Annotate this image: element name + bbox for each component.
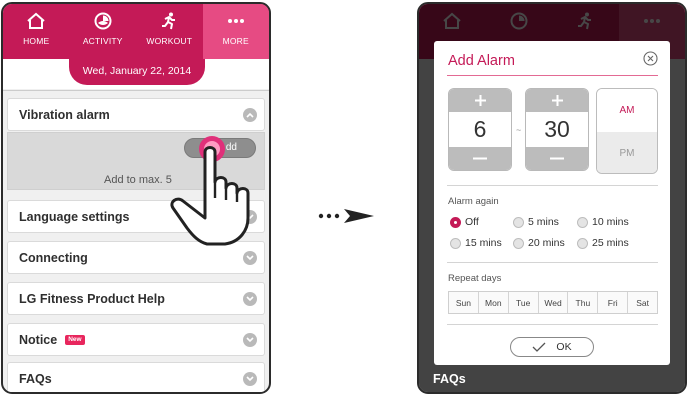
radio-5-mins-label: 5 mins: [528, 216, 559, 228]
radio-20-mins[interactable]: 20 mins: [513, 237, 565, 249]
radio-unselected-icon: [577, 216, 588, 228]
radio-15-mins-label: 15 mins: [465, 237, 502, 249]
alarm-again-label: Alarm again: [448, 196, 499, 207]
minute-value[interactable]: 30: [526, 112, 588, 147]
pm-option[interactable]: PM: [597, 132, 657, 173]
next-step-arrow-icon: [318, 209, 374, 223]
chevron-down-icon: [243, 333, 257, 347]
notice-label: Notice: [19, 332, 58, 347]
radio-off[interactable]: Off: [450, 216, 479, 228]
hour-spinner: 6: [448, 88, 512, 171]
minute-decrement-button[interactable]: [526, 147, 588, 170]
am-option[interactable]: AM: [597, 89, 657, 132]
radio-10-mins-label: 10 mins: [592, 216, 629, 228]
radio-5-mins[interactable]: 5 mins: [513, 216, 559, 228]
check-icon: [532, 342, 546, 352]
more-dots-icon: [227, 11, 245, 31]
repeat-days-selector: Sun Mon Tue Wed Thu Fri Sat: [448, 291, 658, 314]
language-settings-label: Language settings: [19, 209, 130, 224]
radio-25-mins-label: 25 mins: [592, 237, 629, 249]
settings-row-faqs[interactable]: FAQs: [7, 362, 265, 392]
day-wed[interactable]: Wed: [538, 292, 569, 313]
am-pm-toggle: AM PM: [596, 88, 658, 174]
tab-activity-label: ACTIVITY: [82, 36, 123, 46]
divider: [447, 185, 658, 186]
runner-icon: [160, 11, 178, 31]
radio-20-mins-label: 20 mins: [528, 237, 565, 249]
chevron-down-icon: [243, 251, 257, 265]
divider: [447, 262, 658, 263]
radio-10-mins[interactable]: 10 mins: [577, 216, 629, 228]
settings-row-product-help[interactable]: LG Fitness Product Help: [7, 282, 265, 315]
faqs-label: FAQs: [19, 371, 52, 386]
radio-selected-icon: [450, 216, 461, 228]
day-fri[interactable]: Fri: [598, 292, 629, 313]
faqs-label-dimmed: FAQs: [433, 372, 466, 386]
chevron-down-icon: [243, 292, 257, 306]
product-help-label: LG Fitness Product Help: [19, 291, 165, 306]
dialog-title: Add Alarm: [448, 53, 515, 69]
day-sat[interactable]: Sat: [628, 292, 658, 313]
add-alarm-dialog: Add Alarm 6 ~ 30 AM PM Alarm again Off 5…: [434, 41, 670, 365]
day-thu[interactable]: Thu: [568, 292, 599, 313]
tapping-hand-icon: [170, 146, 250, 246]
tab-more-label: MORE: [222, 36, 249, 46]
date-label: Wed, January 22, 2014: [69, 59, 205, 85]
radio-unselected-icon: [450, 237, 461, 249]
radio-unselected-icon: [513, 237, 524, 249]
tab-workout[interactable]: WORKOUT: [136, 4, 203, 59]
phone-add-alarm-screen: FAQs Add Alarm 6 ~ 30 AM PM Alarm again …: [417, 2, 687, 394]
connecting-label: Connecting: [19, 250, 88, 265]
tutorial-illustration: HOME ACTIVITY WORKOUT MORE Wed, January …: [0, 0, 687, 398]
top-nav: HOME ACTIVITY WORKOUT MORE: [3, 4, 269, 59]
radio-unselected-icon: [577, 237, 588, 249]
tab-workout-label: WORKOUT: [146, 36, 193, 46]
title-divider: [447, 75, 658, 76]
minus-icon: [550, 157, 564, 160]
ok-button[interactable]: OK: [510, 337, 594, 357]
divider: [447, 324, 658, 325]
day-sun[interactable]: Sun: [449, 292, 479, 313]
add-hint-text: Add to max. 5: [104, 174, 172, 186]
radio-off-label: Off: [465, 216, 479, 228]
chevron-down-icon: [243, 372, 257, 386]
minute-increment-button[interactable]: [526, 89, 588, 112]
ok-button-label: OK: [556, 341, 572, 353]
tab-home[interactable]: HOME: [3, 4, 70, 59]
hour-increment-button[interactable]: [449, 89, 511, 112]
radio-unselected-icon: [513, 216, 524, 228]
minus-icon: [473, 157, 487, 160]
vibration-alarm-label: Vibration alarm: [19, 107, 110, 122]
tab-more[interactable]: MORE: [202, 4, 269, 59]
hour-decrement-button[interactable]: [449, 147, 511, 170]
settings-row-notice[interactable]: Notice New: [7, 323, 265, 356]
repeat-days-label: Repeat days: [448, 273, 502, 284]
new-badge: New: [65, 334, 85, 345]
hour-value[interactable]: 6: [449, 112, 511, 147]
settings-row-vibration-alarm[interactable]: Vibration alarm: [7, 98, 265, 131]
tab-activity[interactable]: ACTIVITY: [70, 4, 137, 59]
minute-spinner: 30: [525, 88, 589, 171]
day-tue[interactable]: Tue: [508, 292, 539, 313]
activity-icon: [94, 11, 112, 31]
divider: [3, 90, 269, 91]
radio-15-mins[interactable]: 15 mins: [450, 237, 502, 249]
plus-icon: [551, 95, 563, 106]
phone-settings-screen: HOME ACTIVITY WORKOUT MORE Wed, January …: [1, 2, 271, 394]
day-mon[interactable]: Mon: [478, 292, 509, 313]
home-icon: [26, 11, 46, 31]
tab-home-label: HOME: [23, 36, 50, 46]
plus-icon: [474, 95, 486, 106]
radio-25-mins[interactable]: 25 mins: [577, 237, 629, 249]
chevron-up-icon: [243, 108, 257, 122]
time-separator: ~: [516, 125, 522, 135]
close-icon[interactable]: [643, 51, 658, 66]
